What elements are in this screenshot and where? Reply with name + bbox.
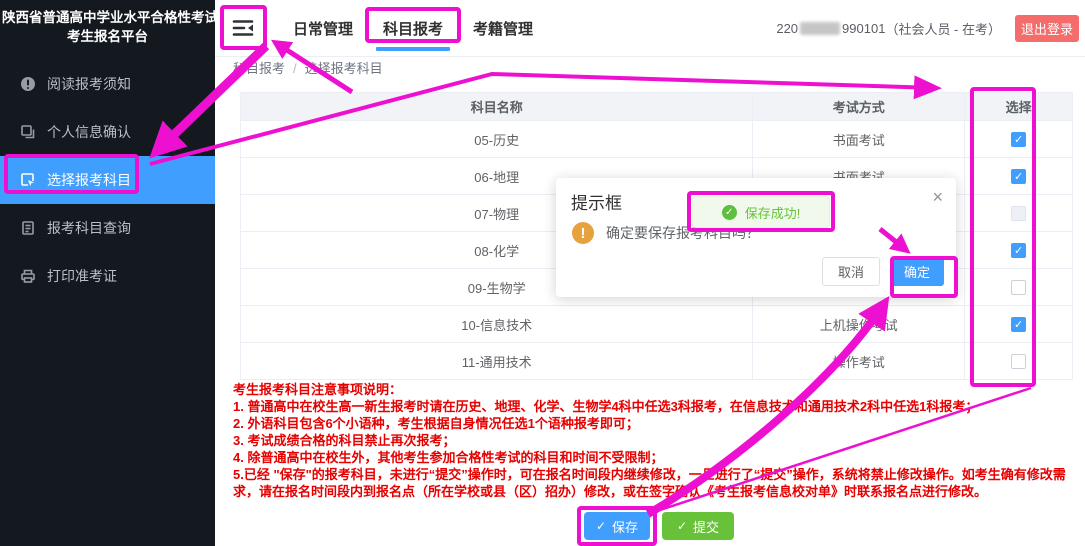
- sidebar-item-打印准考证[interactable]: 打印准考证: [0, 252, 215, 300]
- printer-icon: [20, 268, 36, 284]
- select-cell: ✓: [965, 158, 1073, 195]
- select-cell: ✓: [965, 232, 1073, 269]
- notice-item: 4. 除普通高中在校生外，其他考生参加合格性考试的科目和时间不受限制；: [233, 449, 1081, 466]
- cancel-button[interactable]: 取消: [822, 257, 880, 286]
- notice-items: 1. 普通高中在校生高一新生报考时请在历史、地理、化学、生物学4科中任选3科报考…: [233, 398, 1081, 500]
- sidebar-item-label: 报考科目查询: [47, 218, 131, 238]
- table-row: 11-通用技术操作考试: [241, 343, 1073, 380]
- breadcrumb-current: 选择报考科目: [305, 61, 383, 76]
- subject-checkbox[interactable]: ✓: [1011, 132, 1026, 147]
- sidebar-menu: 阅读报考须知个人信息确认选择报考科目报考科目查询打印准考证: [0, 60, 215, 300]
- check-icon: ✓: [677, 519, 687, 533]
- user-info: 220 990101（社会人员 - 在考） 退出登录: [776, 15, 1085, 42]
- table-header-row: 科目名称 考试方式 选择: [241, 93, 1073, 121]
- subject-name-cell: 11-通用技术: [241, 343, 753, 380]
- column-header-select: 选择: [965, 93, 1073, 121]
- sidebar-item-阅读报考须知[interactable]: 阅读报考须知: [0, 60, 215, 108]
- topbar: 日常管理科目报考考籍管理 220 990101（社会人员 - 在考） 退出登录: [215, 0, 1085, 57]
- sidebar-item-label: 阅读报考须知: [47, 74, 131, 94]
- user-id-prefix: 220: [776, 21, 798, 36]
- user-id-masked: [800, 22, 840, 35]
- confirm-button[interactable]: 确定: [890, 257, 944, 286]
- notice-item: 3. 考试成绩合格的科目禁止再次报考；: [233, 432, 1081, 449]
- exam-method-cell: 上机操作考试: [753, 306, 965, 343]
- table-row: 05-历史书面考试 ✓: [241, 121, 1073, 158]
- top-tabs: 日常管理科目报考考籍管理: [278, 0, 548, 57]
- select-cell: ✓: [965, 121, 1073, 158]
- select-cell: [965, 269, 1073, 306]
- select-cell: ✓: [965, 306, 1073, 343]
- success-check-icon: ✓: [722, 205, 737, 220]
- select-icon: [20, 172, 36, 188]
- table-row: 10-信息技术上机操作考试 ✓: [241, 306, 1073, 343]
- notice-block: 考生报考科目注意事项说明： 1. 普通高中在校生高一新生报考时请在历史、地理、化…: [233, 381, 1081, 500]
- breadcrumb-parent[interactable]: 科目报考: [233, 61, 285, 76]
- notice-title: 考生报考科目注意事项说明：: [233, 381, 1081, 398]
- app-root: 陕西省普通高中学业水平合格性考试 考生报名平台 阅读报考须知个人信息确认选择报考…: [0, 0, 1085, 546]
- user-id-suffix: 990101: [842, 21, 885, 36]
- app-title-line1: 陕西省普通高中学业水平合格性考试: [2, 8, 213, 27]
- sidebar-item-报考科目查询[interactable]: 报考科目查询: [0, 204, 215, 252]
- subject-checkbox[interactable]: ✓: [1011, 169, 1026, 184]
- tab-科目报考[interactable]: 科目报考: [368, 0, 458, 57]
- subject-checkbox[interactable]: [1011, 280, 1026, 295]
- tab-日常管理[interactable]: 日常管理: [278, 0, 368, 57]
- select-cell: [965, 343, 1073, 380]
- sidebar-item-选择报考科目[interactable]: 选择报考科目: [0, 156, 215, 204]
- notice-item: 1. 普通高中在校生高一新生报考时请在历史、地理、化学、生物学4科中任选3科报考…: [233, 398, 1081, 415]
- sidebar-item-label: 打印准考证: [47, 266, 117, 286]
- select-cell: [965, 195, 1073, 232]
- check-icon: ✓: [596, 519, 606, 533]
- notice-item: 5.已经 "保存"的报考科目，未进行“提交”操作时，可在报名时间段内继续修改，一…: [233, 466, 1081, 500]
- save-button-label: 保存: [612, 517, 638, 536]
- subject-checkbox[interactable]: ✓: [1011, 317, 1026, 332]
- success-toast-message: 保存成功!: [745, 203, 801, 222]
- warning-icon: !: [572, 222, 594, 244]
- collapse-menu-icon[interactable]: [226, 11, 260, 45]
- subject-checkbox[interactable]: [1011, 354, 1026, 369]
- breadcrumb: 科目报考 / 选择报考科目: [233, 58, 383, 77]
- subject-name-cell: 05-历史: [241, 121, 753, 158]
- dialog-title: 提示框: [571, 189, 622, 214]
- exam-method-cell: 书面考试: [753, 121, 965, 158]
- logout-button[interactable]: 退出登录: [1015, 15, 1079, 42]
- submit-button-label: 提交: [693, 517, 719, 536]
- subject-name-cell: 10-信息技术: [241, 306, 753, 343]
- app-title: 陕西省普通高中学业水平合格性考试 考生报名平台: [0, 0, 215, 52]
- success-toast: ✓ 保存成功!: [692, 196, 830, 228]
- column-header-subject: 科目名称: [241, 93, 753, 121]
- submit-button[interactable]: ✓ 提交: [662, 512, 734, 540]
- close-icon[interactable]: ×: [932, 187, 943, 208]
- save-button[interactable]: ✓ 保存: [584, 512, 650, 540]
- list-icon: [20, 220, 36, 236]
- sidebar-item-个人信息确认[interactable]: 个人信息确认: [0, 108, 215, 156]
- breadcrumb-separator: /: [293, 61, 297, 76]
- app-title-line2: 考生报名平台: [2, 27, 213, 46]
- exam-method-cell: 操作考试: [753, 343, 965, 380]
- dialog-footer: 取消 确定: [822, 257, 944, 286]
- user-type-label: （社会人员 - 在考）: [885, 19, 1001, 38]
- sidebar-item-label: 个人信息确认: [47, 122, 131, 142]
- tab-考籍管理[interactable]: 考籍管理: [458, 0, 548, 57]
- notice-item: 2. 外语科目包含6个小语种，考生根据自身情况任选1个语种报考即可；: [233, 415, 1081, 432]
- sidebar: 陕西省普通高中学业水平合格性考试 考生报名平台 阅读报考须知个人信息确认选择报考…: [0, 0, 215, 546]
- subject-checkbox[interactable]: ✓: [1011, 243, 1026, 258]
- info-icon: [20, 76, 36, 92]
- subject-checkbox: [1011, 206, 1026, 221]
- copy-icon: [20, 124, 36, 140]
- sidebar-item-label: 选择报考科目: [47, 170, 131, 190]
- column-header-method: 考试方式: [753, 93, 965, 121]
